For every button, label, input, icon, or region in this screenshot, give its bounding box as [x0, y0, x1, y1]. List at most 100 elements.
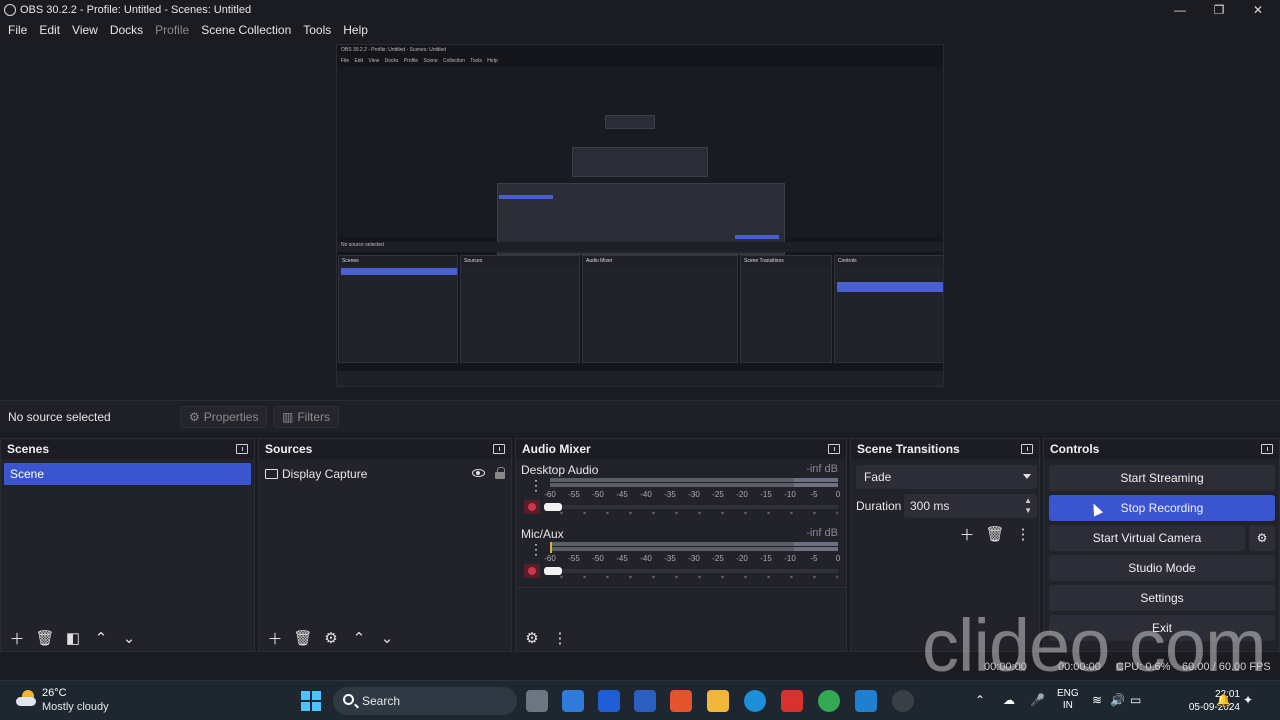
dropbox-icon[interactable]: [598, 690, 620, 712]
undock-icon[interactable]: [828, 444, 840, 454]
weather-desc[interactable]: Mostly cloudy: [42, 701, 109, 713]
trash-icon[interactable]: 🗑: [983, 523, 1007, 545]
move-down-icon[interactable]: ⌄: [117, 627, 141, 649]
add-icon[interactable]: ＋: [263, 627, 287, 649]
chevron-up-icon[interactable]: ⌃: [975, 693, 985, 707]
preview-canvas[interactable]: OBS 30.2.2 - Profile: Untitled - Scenes:…: [336, 44, 944, 387]
dock-title: Sources: [265, 442, 313, 456]
undock-icon[interactable]: [1261, 444, 1273, 454]
volume-icon[interactable]: 🔊: [1110, 693, 1125, 707]
menu-help[interactable]: Help: [337, 23, 374, 37]
duration-label: Duration: [856, 499, 902, 513]
app-icon[interactable]: [634, 690, 656, 712]
undock-icon[interactable]: [493, 444, 505, 454]
store-icon[interactable]: [562, 690, 584, 712]
undock-icon[interactable]: [236, 444, 248, 454]
start-streaming-button[interactable]: Start Streaming: [1049, 465, 1275, 491]
brave-icon[interactable]: [670, 690, 692, 712]
chrome-icon[interactable]: [818, 690, 840, 712]
battery-icon[interactable]: ▭: [1130, 693, 1141, 707]
weather-icon[interactable]: [16, 690, 38, 706]
volume-meter: [550, 542, 838, 554]
lock-icon[interactable]: [495, 467, 505, 479]
more-icon[interactable]: ⋮: [1011, 523, 1035, 545]
menu-scene-collection[interactable]: Scene Collection: [195, 23, 297, 37]
move-down-icon[interactable]: ⌄: [375, 627, 399, 649]
channel-level: -inf dB: [806, 463, 838, 475]
bell-icon[interactable]: 🔔: [1216, 693, 1231, 707]
preview-window-title: OBS 30.2.2 - Profile: Untitled - Scenes:…: [341, 47, 447, 53]
start-icon[interactable]: [301, 691, 321, 711]
preview-mixer-dock: Audio Mixer: [582, 255, 738, 363]
menu-tools[interactable]: Tools: [297, 23, 337, 37]
trash-icon[interactable]: 🗑: [291, 627, 315, 649]
move-up-icon[interactable]: ⌃: [347, 627, 371, 649]
microphone-icon[interactable]: 🎤: [1030, 693, 1045, 707]
taskbar: 26°C Mostly cloudy Search ⌃ ☁ 🎤 ENG IN ≋…: [0, 680, 1280, 720]
close-button[interactable]: ✕: [1238, 0, 1278, 20]
start-virtual-camera-button[interactable]: Start Virtual Camera: [1049, 525, 1245, 551]
preview-nested-capture: [337, 67, 943, 255]
obs-logo-icon: [4, 4, 16, 16]
menu-edit[interactable]: Edit: [33, 23, 66, 37]
advanced-audio-icon[interactable]: ⚙: [520, 627, 544, 649]
volume-knob[interactable]: [544, 567, 562, 575]
maximize-button[interactable]: ❐: [1199, 0, 1239, 20]
filters-button[interactable]: ▥ Filters: [273, 406, 340, 428]
trash-icon[interactable]: 🗑: [33, 627, 57, 649]
mute-button[interactable]: [524, 500, 540, 514]
channel-level: -inf dB: [806, 527, 838, 539]
cloud-icon[interactable]: ☁: [1003, 693, 1015, 707]
youtube-icon[interactable]: [781, 690, 803, 712]
preview-sources-dock: Sources: [460, 255, 580, 363]
transition-select[interactable]: Fade: [856, 465, 1037, 489]
studio-mode-button[interactable]: Studio Mode: [1049, 555, 1275, 581]
menu-docks[interactable]: Docks: [104, 23, 149, 37]
menu-file[interactable]: File: [2, 23, 33, 37]
properties-button[interactable]: ⚙ Properties: [180, 406, 268, 428]
obs-icon[interactable]: [892, 690, 914, 712]
move-up-icon[interactable]: ⌃: [89, 627, 113, 649]
scene-filters-icon[interactable]: ◧: [61, 627, 85, 649]
scene-item[interactable]: Scene: [4, 463, 251, 485]
copilot-icon[interactable]: ✦: [1243, 693, 1253, 707]
gear-icon[interactable]: ⚙: [319, 627, 343, 649]
more-icon[interactable]: ⋮: [548, 627, 572, 649]
audio-mixer-dock: Audio Mixer Desktop Audio -inf dB -60-55…: [515, 438, 847, 652]
preview-transitions-dock: Scene Transitions: [740, 255, 832, 363]
source-item[interactable]: Display Capture: [265, 463, 505, 485]
eye-icon[interactable]: [472, 469, 485, 477]
spin-up-icon[interactable]: ▲: [1024, 496, 1032, 505]
no-source-label: No source selected: [8, 410, 111, 424]
search-input[interactable]: Search: [333, 687, 517, 715]
add-icon[interactable]: ＋: [5, 627, 29, 649]
preview-scenes-dock: Scenes: [338, 255, 458, 363]
file-explorer-icon[interactable]: [707, 690, 729, 712]
stop-recording-button[interactable]: Stop Recording: [1049, 495, 1275, 521]
menu-view[interactable]: View: [66, 23, 104, 37]
vscode-icon[interactable]: [855, 690, 877, 712]
clock[interactable]: 22:01 05-09-2024: [1180, 688, 1240, 714]
weather-temp[interactable]: 26°C: [42, 687, 67, 699]
preview-menu: File Edit View Docks Profile Scene Colle…: [341, 58, 498, 64]
edge-icon[interactable]: [744, 690, 766, 712]
spin-down-icon[interactable]: ▼: [1024, 506, 1032, 515]
undock-icon[interactable]: [1021, 444, 1033, 454]
volume-slider[interactable]: [550, 569, 838, 573]
more-icon[interactable]: [529, 541, 543, 558]
menu-profile[interactable]: Profile: [149, 23, 195, 37]
minimize-button[interactable]: —: [1160, 0, 1200, 20]
mute-button[interactable]: [524, 564, 540, 578]
more-icon[interactable]: [529, 477, 543, 494]
volume-slider[interactable]: [550, 505, 838, 509]
watermark: clideo.com: [922, 604, 1267, 687]
language-indicator[interactable]: ENG IN: [1057, 688, 1079, 712]
add-icon[interactable]: ＋: [955, 523, 979, 545]
virtual-camera-settings-button[interactable]: ⚙: [1249, 525, 1275, 551]
title-bar: OBS 30.2.2 - Profile: Untitled - Scenes:…: [0, 0, 1280, 20]
volume-knob[interactable]: [544, 503, 562, 511]
wifi-icon[interactable]: ≋: [1092, 693, 1102, 707]
duration-input[interactable]: 300 ms ▲ ▼: [904, 494, 1037, 518]
preview-area[interactable]: OBS 30.2.2 - Profile: Untitled - Scenes:…: [0, 40, 1280, 396]
task-view-icon[interactable]: [526, 690, 548, 712]
